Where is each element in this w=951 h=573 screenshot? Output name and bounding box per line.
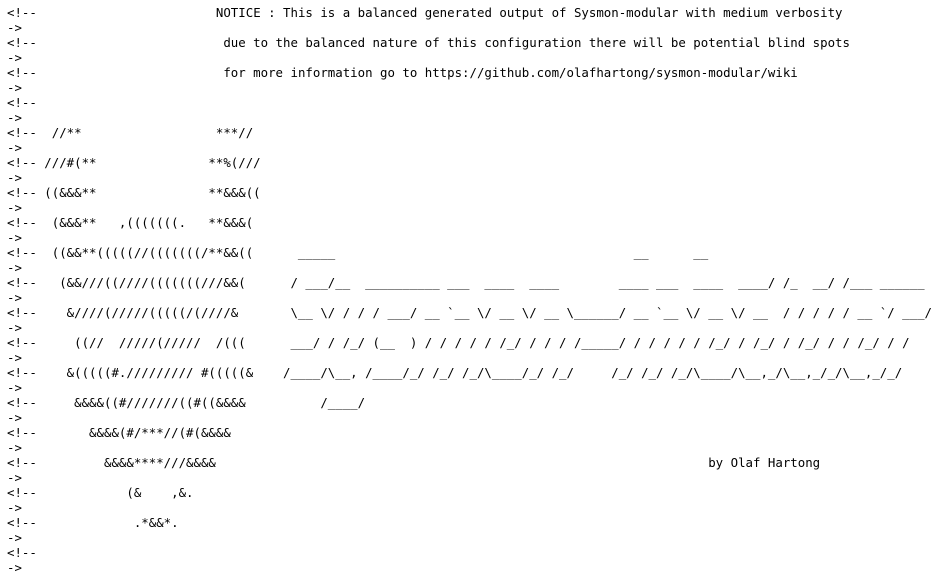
comment-close: -> [7,140,22,155]
banner-art: ((&&**(((((//(((((((/**&&(( _____ __ __ [36,245,709,260]
comment-open: <!-- [7,485,37,500]
banner-art: .*&&*. [36,515,179,530]
config-header-document: <!-- NOTICE : This is a balanced generat… [0,0,951,573]
comment-open: <!-- [7,35,37,50]
comment-open: <!-- [7,425,37,440]
notice-line-2: due to the balanced nature of this confi… [223,35,850,50]
banner-line: <!-- &(((((#.///////// #(((((& /____/\__… [7,365,902,380]
comment-close: -> [7,230,22,245]
banner-line: <!-- .*&&*. [7,515,179,530]
comment-open: <!-- [7,395,37,410]
comment-close: -> [7,20,22,35]
banner-art: &(((((#.///////// #(((((& /____/\__, /__… [36,365,903,380]
banner-art: (& ,&. [36,485,194,500]
banner-art: &////(/////(((((/(////& \__ \/ / / / ___… [36,305,933,320]
comment-close: -> [7,170,22,185]
comment-open: <!-- [7,95,37,110]
banner-art: ((&&&** **&&&(( [36,185,261,200]
comment-open: <!-- [7,455,37,470]
comment-line: <!-- for more information go to https://… [7,65,798,80]
banner-art: (&&///((////(((((((///&&( / ___/__ _____… [36,275,925,290]
comment-open: <!-- [7,185,37,200]
comment-open: <!-- [7,545,37,560]
comment-close: -> [7,380,22,395]
banner-line: <!-- (&&&** ,(((((((. **&&&( [7,215,253,230]
banner-line: <!-- ((// /////(///// /((( ___/ / /_/ (_… [7,335,910,350]
comment-close: -> [7,50,22,65]
notice-line-1: NOTICE : This is a balanced generated ou… [215,5,843,20]
banner-art: ///#(** **%(/// [36,155,261,170]
banner-line: <!-- &&&&((#///////((#((&&&& /____/ [7,395,365,410]
banner-line: <!-- &&&&****///&&&& by Olaf Hartong [7,455,820,470]
comment-line: <!-- NOTICE : This is a balanced generat… [7,5,843,20]
comment-close: -> [7,530,22,545]
comment-open: <!-- [7,65,37,80]
comment-open: <!-- [7,215,37,230]
banner-art: ((// /////(///// /((( ___/ / /_/ (__ ) /… [36,335,910,350]
comment-open: <!-- [7,245,37,260]
comment-close: -> [7,290,22,305]
banner-line: <!-- ///#(** **%(/// [7,155,261,170]
comment-close: -> [7,440,22,455]
banner-line: <!-- (&&///((////(((((((///&&( / ___/__ … [7,275,925,290]
comment-open: <!-- [7,335,37,350]
comment-open: <!-- [7,365,37,380]
comment-line: <!-- due to the balanced nature of this … [7,35,850,50]
banner-line: <!-- (& ,&. [7,485,194,500]
comment-open: <!-- [7,5,37,20]
banner-art: &&&&****///&&&& by Olaf Hartong [36,455,821,470]
comment-close: -> [7,500,22,515]
comment-close: -> [7,110,22,125]
comment-open: <!-- [7,275,37,290]
banner-art: //** ***// [36,125,254,140]
comment-close: -> [7,560,22,573]
comment-open: <!-- [7,125,37,140]
comment-open: <!-- [7,515,37,530]
comment-close: -> [7,410,22,425]
comment-close: -> [7,260,22,275]
banner-line: <!-- &////(/////(((((/(////& \__ \/ / / … [7,305,932,320]
banner-art: &&&&((#///////((#((&&&& /____/ [36,395,366,410]
banner-line: <!-- ((&&&** **&&&(( [7,185,261,200]
banner-art: &&&&(#/***//(#(&&&& [36,425,231,440]
comment-open: <!-- [7,155,37,170]
comment-close: -> [7,350,22,365]
comment-close: -> [7,80,22,95]
banner-line: <!-- //** ***// [7,125,253,140]
banner-art: (&&&** ,(((((((. **&&&( [36,215,254,230]
comment-close: -> [7,320,22,335]
banner-line: <!-- &&&&(#/***//(#(&&&& [7,425,231,440]
comment-open: <!-- [7,305,37,320]
banner-line: <!-- ((&&**(((((//(((((((/**&&(( _____ _… [7,245,708,260]
comment-close: -> [7,470,22,485]
comment-close: -> [7,200,22,215]
notice-line-3: for more information go to https://githu… [223,65,798,80]
